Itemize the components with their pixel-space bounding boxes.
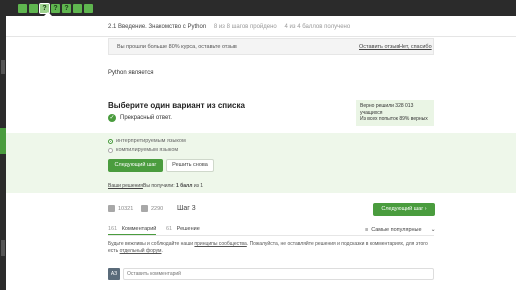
tab-count: 61	[166, 226, 173, 232]
sort-icon: ≡	[365, 226, 369, 233]
tab-count: 161	[108, 226, 118, 232]
retry-button[interactable]: Решить снова	[166, 159, 214, 172]
like-button[interactable]: 10321	[108, 205, 133, 212]
community-notice: Будьте вежливы и соблюдайте наши принцип…	[108, 241, 434, 255]
your-solutions-link[interactable]: Ваши решения	[108, 183, 143, 189]
thumbs-up-icon	[108, 205, 115, 212]
like-count: 10321	[118, 205, 134, 212]
chevron-right-icon: ›	[424, 206, 427, 212]
score-value: 1 балл	[176, 183, 193, 189]
answer-panel	[6, 133, 516, 193]
dislike-button[interactable]: 2290	[141, 205, 163, 212]
check-icon: ✓	[108, 114, 116, 122]
step-tab[interactable]	[18, 4, 27, 13]
step-tab[interactable]	[73, 4, 82, 13]
leave-review-link[interactable]: Оставить отзыв	[359, 44, 399, 50]
next-step-footer-label: Следующий шаг	[381, 206, 424, 212]
score-text: Вы получили: 1 балл из 1	[143, 183, 203, 189]
sort-dropdown[interactable]: ≡ Самые популярные ⌄	[365, 226, 436, 234]
quiz-title: Выберите один вариант из списка	[108, 101, 245, 110]
divider	[108, 235, 434, 236]
next-step-button[interactable]: Следующий шаг	[108, 159, 163, 172]
step-navigation-bar: ???	[6, 0, 516, 16]
dislike-count: 2290	[151, 205, 164, 212]
radio-selected-icon[interactable]	[108, 138, 113, 144]
feedback-text: Прекрасный ответ.	[120, 115, 172, 121]
step-tab[interactable]: ?	[51, 4, 60, 13]
step-tab[interactable]: ?	[62, 4, 71, 13]
forum-link[interactable]: отдельный форум	[120, 248, 162, 254]
score-prefix: Вы получили:	[143, 183, 175, 189]
notice-text: Будьте вежливы и соблюдайте наши	[108, 241, 195, 247]
notice-text: .	[161, 248, 163, 254]
step-label: Шаг 3	[177, 205, 196, 212]
rail-marker	[1, 60, 5, 74]
stats-attempts: Из всех попыток 89% верных	[360, 116, 428, 122]
step-tab[interactable]	[29, 4, 38, 13]
option-compiled[interactable]: компилируемым языком	[108, 147, 178, 153]
step-tab[interactable]	[84, 4, 93, 13]
option-interpreted[interactable]: интерпретируемым языком	[108, 138, 186, 144]
thumbs-down-icon	[141, 205, 148, 212]
tab-solutions[interactable]: 61 Решение	[166, 226, 200, 232]
step-list: ???	[18, 3, 93, 14]
tab-label: Решение	[176, 226, 200, 232]
option-label: интерпретируемым языком	[116, 138, 186, 144]
review-banner-text: Вы прошли больше 80% курса, оставьте отз…	[117, 44, 237, 50]
lesson-header: 2.1 Введение. Знакомство с Python 8 из 8…	[108, 24, 350, 30]
divider	[6, 36, 516, 37]
solve-stats: Верно решили 328 013 учащихся Из всех по…	[356, 100, 434, 126]
sort-label: Самые популярные	[371, 226, 422, 233]
chevron-down-icon: ⌄	[430, 227, 436, 233]
radio-icon[interactable]	[108, 147, 113, 153]
points-progress: 4 из 4 баллов получено	[284, 24, 351, 30]
option-label: компилируемым языком	[116, 147, 179, 153]
comment-input[interactable]	[123, 268, 434, 280]
no-thanks-link[interactable]: Нет, спасибо	[399, 44, 432, 50]
avatar: АЗ	[108, 268, 120, 280]
score-suffix: из 1	[193, 183, 204, 189]
steps-progress: 8 из 8 шагов пройдено	[213, 24, 277, 30]
review-banner: Вы прошли больше 80% курса, оставьте отз…	[108, 38, 434, 55]
lesson-title: 2.1 Введение. Знакомство с Python	[108, 24, 207, 30]
feedback-row: ✓ Прекрасный ответ.	[108, 114, 172, 122]
question-text: Python является	[108, 70, 154, 76]
tab-comments[interactable]: 161 Комментарий	[108, 226, 157, 235]
tab-label: Комментарий	[121, 226, 157, 232]
current-step-pointer	[44, 12, 52, 16]
rail-marker	[1, 240, 5, 256]
community-guidelines-link[interactable]: принципы сообщества	[194, 241, 246, 247]
next-step-footer-button[interactable]: Следующий шаг ›	[373, 203, 435, 216]
